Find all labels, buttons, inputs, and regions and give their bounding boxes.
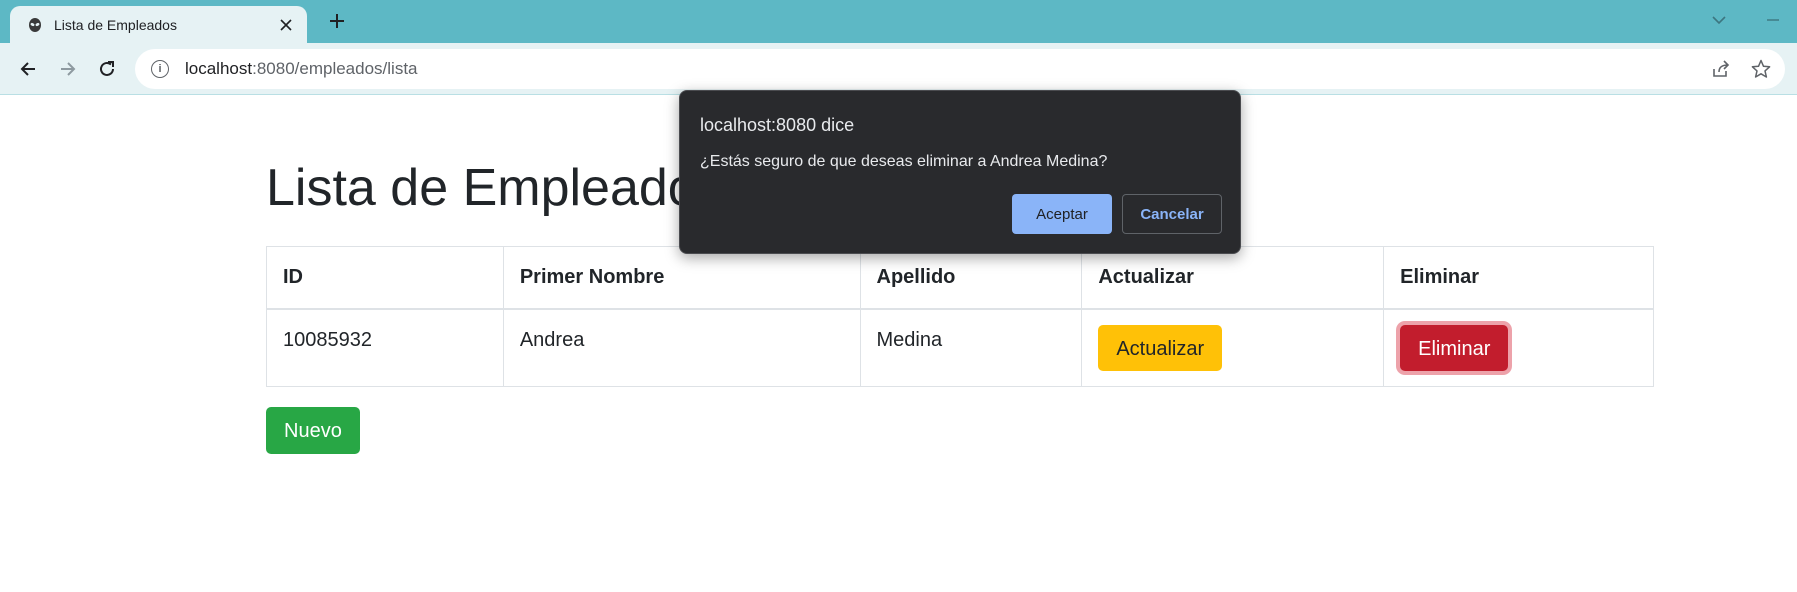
browser-tab[interactable]: Lista de Empleados — [10, 6, 307, 43]
employee-last-name: Medina — [876, 329, 943, 352]
alien-favicon-icon — [26, 16, 44, 34]
cell-last-name: Medina — [859, 308, 1083, 387]
dialog-message: ¿Estás seguro de que deseas eliminar a A… — [700, 153, 1108, 170]
cell-id: 10085932 — [266, 308, 504, 387]
employee-first-name: Andrea — [519, 329, 585, 352]
table-row: 10085932 Andrea Medina Actualizar Elimin… — [266, 308, 1654, 387]
star-icon[interactable] — [1747, 55, 1775, 83]
confirm-dialog: localhost:8080 dice ¿Estás seguro de que… — [679, 90, 1241, 254]
column-header-update: Actualizar — [1081, 246, 1385, 310]
accept-button[interactable]: Aceptar — [1012, 194, 1112, 234]
cancel-button[interactable]: Cancelar — [1122, 194, 1222, 234]
close-icon[interactable] — [275, 14, 297, 36]
address-bar[interactable]: i localhost:8080/empleados/lista — [135, 49, 1785, 89]
share-icon[interactable] — [1707, 55, 1735, 83]
page-title: Lista de Empleados — [266, 159, 723, 217]
plus-icon[interactable] — [322, 6, 352, 36]
column-header-id: ID — [266, 246, 504, 310]
employee-id: 10085932 — [283, 329, 372, 352]
table-header-row: ID Primer Nombre Apellido Actualizar Eli… — [266, 246, 1654, 310]
employees-table: ID Primer Nombre Apellido Actualizar Eli… — [266, 246, 1654, 387]
cell-delete: Eliminar — [1383, 308, 1654, 387]
url-text: localhost:8080/empleados/lista — [185, 59, 1707, 79]
tab-title: Lista de Empleados — [54, 16, 177, 33]
minimize-icon[interactable] — [1760, 8, 1786, 32]
url-path: :8080/empleados/lista — [252, 59, 418, 78]
tab-strip: Lista de Empleados — [0, 0, 1797, 43]
column-header-first-name: Primer Nombre — [502, 246, 861, 310]
new-employee-button[interactable]: Nuevo — [266, 407, 360, 454]
forward-arrow-icon[interactable] — [52, 53, 84, 85]
cell-update: Actualizar — [1081, 308, 1385, 387]
column-header-last-name: Apellido — [859, 246, 1083, 310]
browser-toolbar: i localhost:8080/empleados/lista — [0, 43, 1797, 95]
reload-icon[interactable] — [91, 53, 123, 85]
url-host: localhost — [185, 59, 253, 78]
column-header-delete: Eliminar — [1383, 246, 1654, 310]
delete-button[interactable]: Eliminar — [1400, 324, 1509, 371]
info-icon[interactable]: i — [151, 60, 169, 78]
chevron-down-icon[interactable] — [1706, 8, 1732, 32]
update-button[interactable]: Actualizar — [1098, 324, 1223, 371]
dialog-title: localhost:8080 dice — [700, 115, 855, 135]
back-arrow-icon[interactable] — [12, 53, 44, 85]
cell-first-name: Andrea — [502, 308, 861, 387]
